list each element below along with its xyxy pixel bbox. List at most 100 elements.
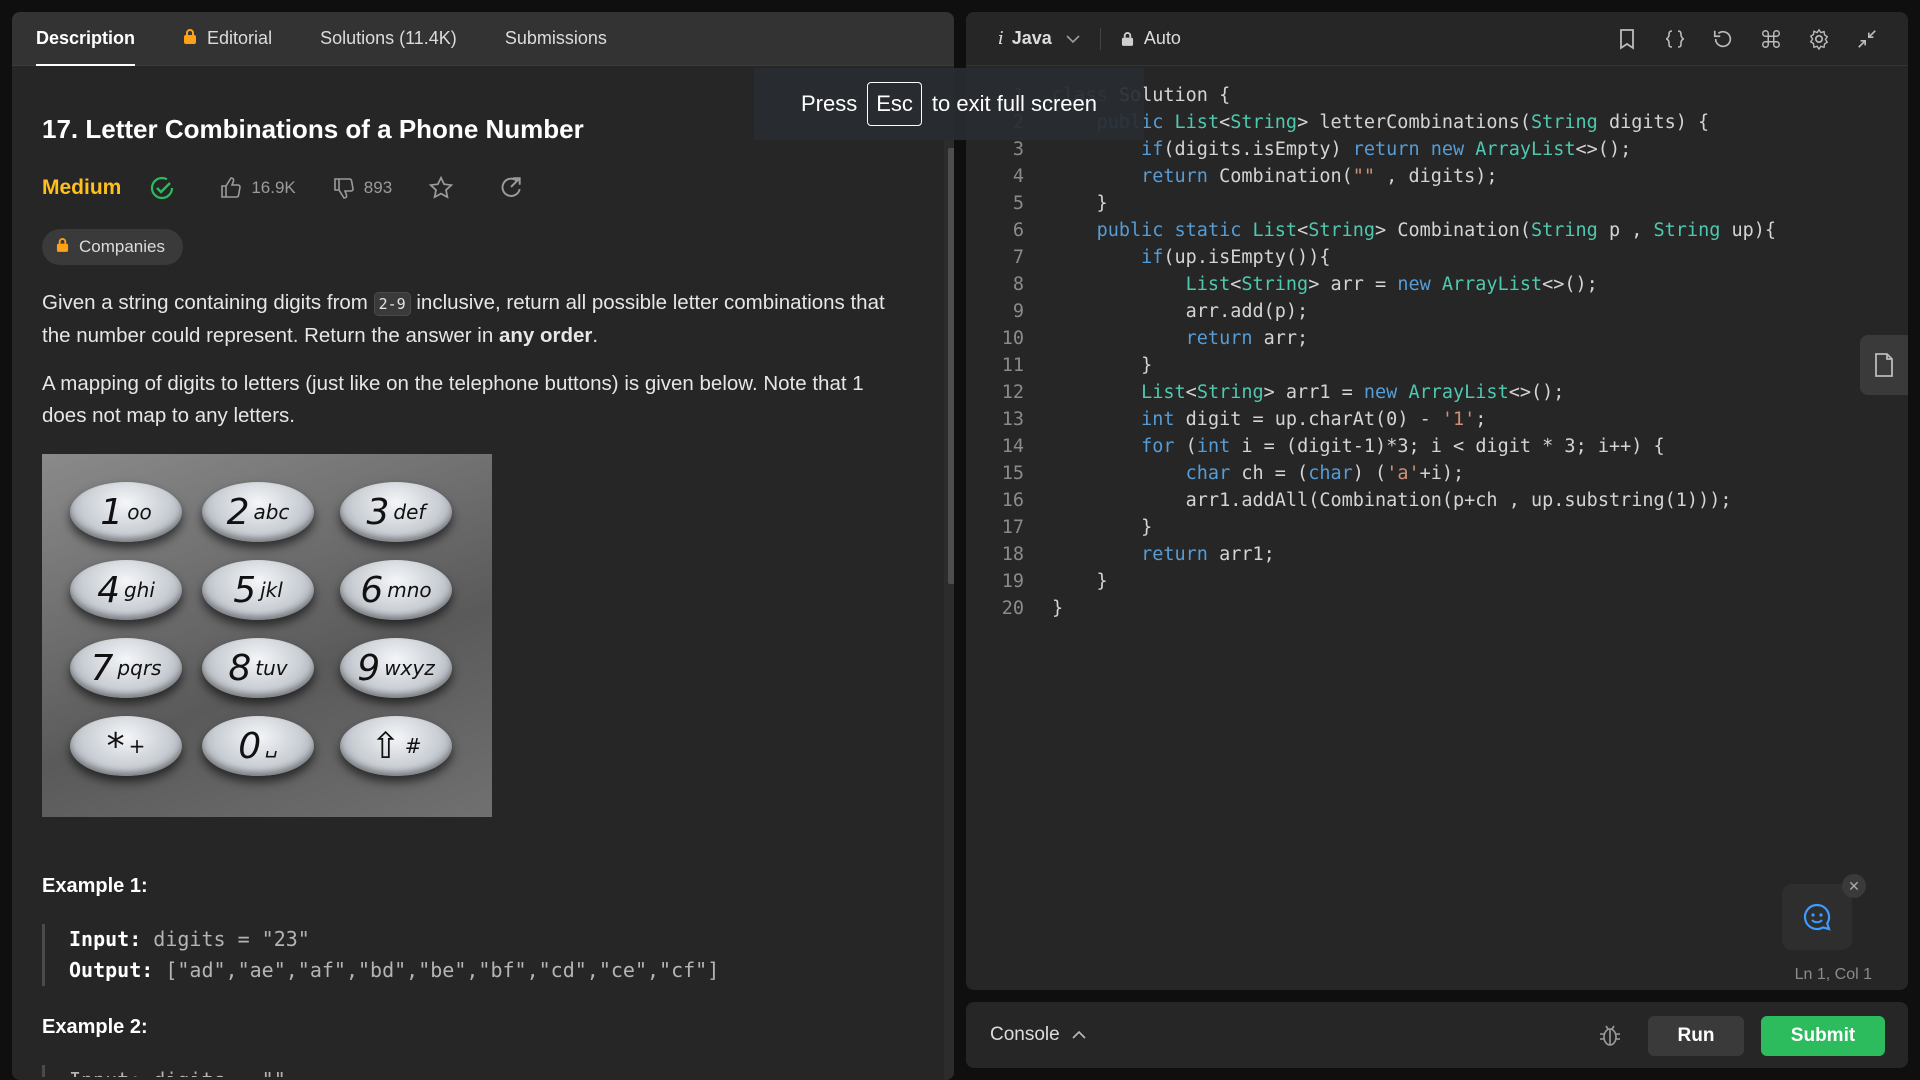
example1-block: Input: digits = "23" Output: ["ad","ae",… <box>42 924 902 986</box>
code-text: public List<String> letterCombinations(S… <box>1097 112 1710 133</box>
key-letters: abc <box>253 500 290 524</box>
code-line[interactable]: 15 char ch = (char) ('a'+i); <box>966 460 1776 487</box>
code-text: arr.add(p); <box>1185 301 1309 322</box>
code-text: return arr1; <box>1141 544 1275 565</box>
telephone-keypad-image: 1 οο 2 abc 3 def 4 ghi 5 jkl 6 mno 7 pqrs 8 tuv 9 wxyz * +0… <box>42 454 492 817</box>
code-text: List<String> arr1 = new ArrayList<>(); <box>1141 382 1565 403</box>
toast-message: to exit full screen <box>931 91 1097 116</box>
key-digit: 6 <box>360 569 384 611</box>
statement-text: . <box>592 324 599 347</box>
code-text: } <box>1052 193 1108 214</box>
code-line[interactable]: 11 } <box>966 352 1776 379</box>
code-line[interactable]: 17 } <box>966 514 1776 541</box>
code-line[interactable]: 3 if(digits.isEmpty) return new ArrayLis… <box>966 136 1776 163</box>
code-text: } <box>1052 517 1153 538</box>
code-line[interactable]: 13 int digit = up.charAt(0) - '1'; <box>966 406 1776 433</box>
dislike-button[interactable]: 893 <box>332 176 392 200</box>
tab-editorial[interactable]: Editorial <box>183 12 272 66</box>
code-line[interactable]: 5 } <box>966 190 1776 217</box>
format-braces-icon[interactable] <box>1662 26 1688 52</box>
divider <box>1099 27 1101 50</box>
share-icon[interactable] <box>498 175 532 201</box>
difficulty-badge: Medium <box>42 176 122 199</box>
cursor-position: Ln 1, Col 1 <box>1794 966 1872 983</box>
thumbs-up-icon <box>221 177 242 198</box>
tab-solutions[interactable]: Solutions (11.4K) <box>320 12 457 66</box>
key-digit: 5 <box>233 569 257 611</box>
example2-block: Input: digits = "" <box>42 1065 902 1077</box>
key-digit: 4 <box>97 569 120 611</box>
code-line[interactable]: 9 arr.add(p); <box>966 298 1776 325</box>
key-digit: 9 <box>357 647 381 689</box>
chevron-up-icon <box>1072 1030 1086 1039</box>
debug-bug-icon[interactable] <box>1598 1022 1622 1053</box>
code-text: return Combination("" , digits); <box>1141 166 1498 187</box>
inline-code: 2-9 <box>373 292 411 316</box>
keypad-key: 9 wxyz <box>340 638 452 698</box>
run-button[interactable]: Run <box>1648 1016 1744 1056</box>
line-number: 16 <box>1001 490 1024 511</box>
console-toggle[interactable]: Console <box>990 1002 1086 1068</box>
code-line[interactable]: 10 return arr; <box>966 325 1776 352</box>
code-line[interactable]: 12 List<String> arr1 = new ArrayList<>()… <box>966 379 1776 406</box>
code-line[interactable]: 6 public static List<String> Combination… <box>966 217 1776 244</box>
keypad-key: 1 οο <box>70 482 182 542</box>
example2-input: Input: digits = "" <box>69 1065 902 1077</box>
settings-gear-icon[interactable] <box>1806 26 1832 52</box>
language-select[interactable]: i Java <box>998 28 1080 49</box>
line-number: 9 <box>1012 301 1024 322</box>
description-scrollbar[interactable] <box>944 78 954 1080</box>
bookmark-icon[interactable] <box>1614 26 1640 52</box>
code-area[interactable]: 1class Solution {2 public List<String> l… <box>966 82 1776 622</box>
example1-input: digits = "23" <box>153 927 310 951</box>
code-line[interactable]: 16 arr1.addAll(Combination(p+ch , up.sub… <box>966 487 1776 514</box>
info-icon: i <box>998 28 1004 49</box>
code-text: } <box>1052 571 1108 592</box>
side-notes-tab[interactable] <box>1860 335 1908 395</box>
tab-description[interactable]: Description <box>36 12 136 66</box>
problem-statement: Given a string containing digits from 2-… <box>42 287 902 352</box>
companies-tag[interactable]: Companies <box>42 229 183 265</box>
esc-key-badge: Esc <box>867 82 922 126</box>
lock-icon <box>1121 32 1133 46</box>
keypad-key: 7 pqrs <box>70 638 182 698</box>
key-letters: οο <box>127 500 152 524</box>
tab-label: Solutions (11.4K) <box>320 28 457 48</box>
code-line[interactable]: 4 return Combination("" , digits); <box>966 163 1776 190</box>
key-letters: pqrs <box>117 656 162 680</box>
code-text: return arr; <box>1185 328 1309 349</box>
code-text: public static List<String> Combination(S… <box>1096 220 1777 241</box>
submit-button[interactable]: Submit <box>1761 1016 1885 1056</box>
key-letters: ghi <box>123 578 155 602</box>
close-icon[interactable]: ✕ <box>1842 874 1866 898</box>
code-line[interactable]: 20} <box>966 595 1776 622</box>
code-text: for (int i = (digit-1)*3; i < digit * 3;… <box>1141 436 1665 457</box>
keypad-key: 2 abc <box>202 482 314 542</box>
key-digit: 3 <box>366 491 390 533</box>
code-line[interactable]: 8 List<String> arr = new ArrayList<>(); <box>966 271 1776 298</box>
tab-submissions[interactable]: Submissions <box>505 12 607 66</box>
code-line[interactable]: 18 return arr1; <box>966 541 1776 568</box>
line-number: 11 <box>1001 355 1024 376</box>
solved-check-icon <box>149 175 183 201</box>
problem-description: 17. Letter Combinations of a Phone Numbe… <box>42 66 902 1077</box>
scrollbar-thumb[interactable] <box>948 148 954 584</box>
keypad-key: 4 ghi <box>70 560 182 620</box>
code-line[interactable]: 14 for (int i = (digit-1)*3; i < digit *… <box>966 433 1776 460</box>
reset-icon[interactable] <box>1710 26 1736 52</box>
keypad-key: 3 def <box>340 482 452 542</box>
feedback-chat-button[interactable] <box>1782 884 1852 950</box>
shortcuts-command-icon[interactable] <box>1758 26 1784 52</box>
like-button[interactable]: 16.9K <box>219 176 296 200</box>
code-line[interactable]: 7 if(up.isEmpty()){ <box>966 244 1776 271</box>
keypad-key: ⇧ # <box>340 716 452 776</box>
example1-output: ["ad","ae","af","bd","be","bf","cd","ce"… <box>165 958 720 982</box>
favorite-star-icon[interactable] <box>428 175 462 201</box>
exit-fullscreen-icon[interactable] <box>1854 26 1880 52</box>
code-line[interactable]: 19 } <box>966 568 1776 595</box>
description-panel: Description Editorial Solutions (11.4K) … <box>12 12 954 1080</box>
code-text: } <box>1052 355 1153 376</box>
code-editor-panel: i Java Auto 1class Solution {2 public Li… <box>966 12 1908 990</box>
auto-mode-toggle[interactable]: Auto <box>1121 28 1181 49</box>
code-text: arr1.addAll(Combination(p+ch , up.substr… <box>1185 490 1732 511</box>
